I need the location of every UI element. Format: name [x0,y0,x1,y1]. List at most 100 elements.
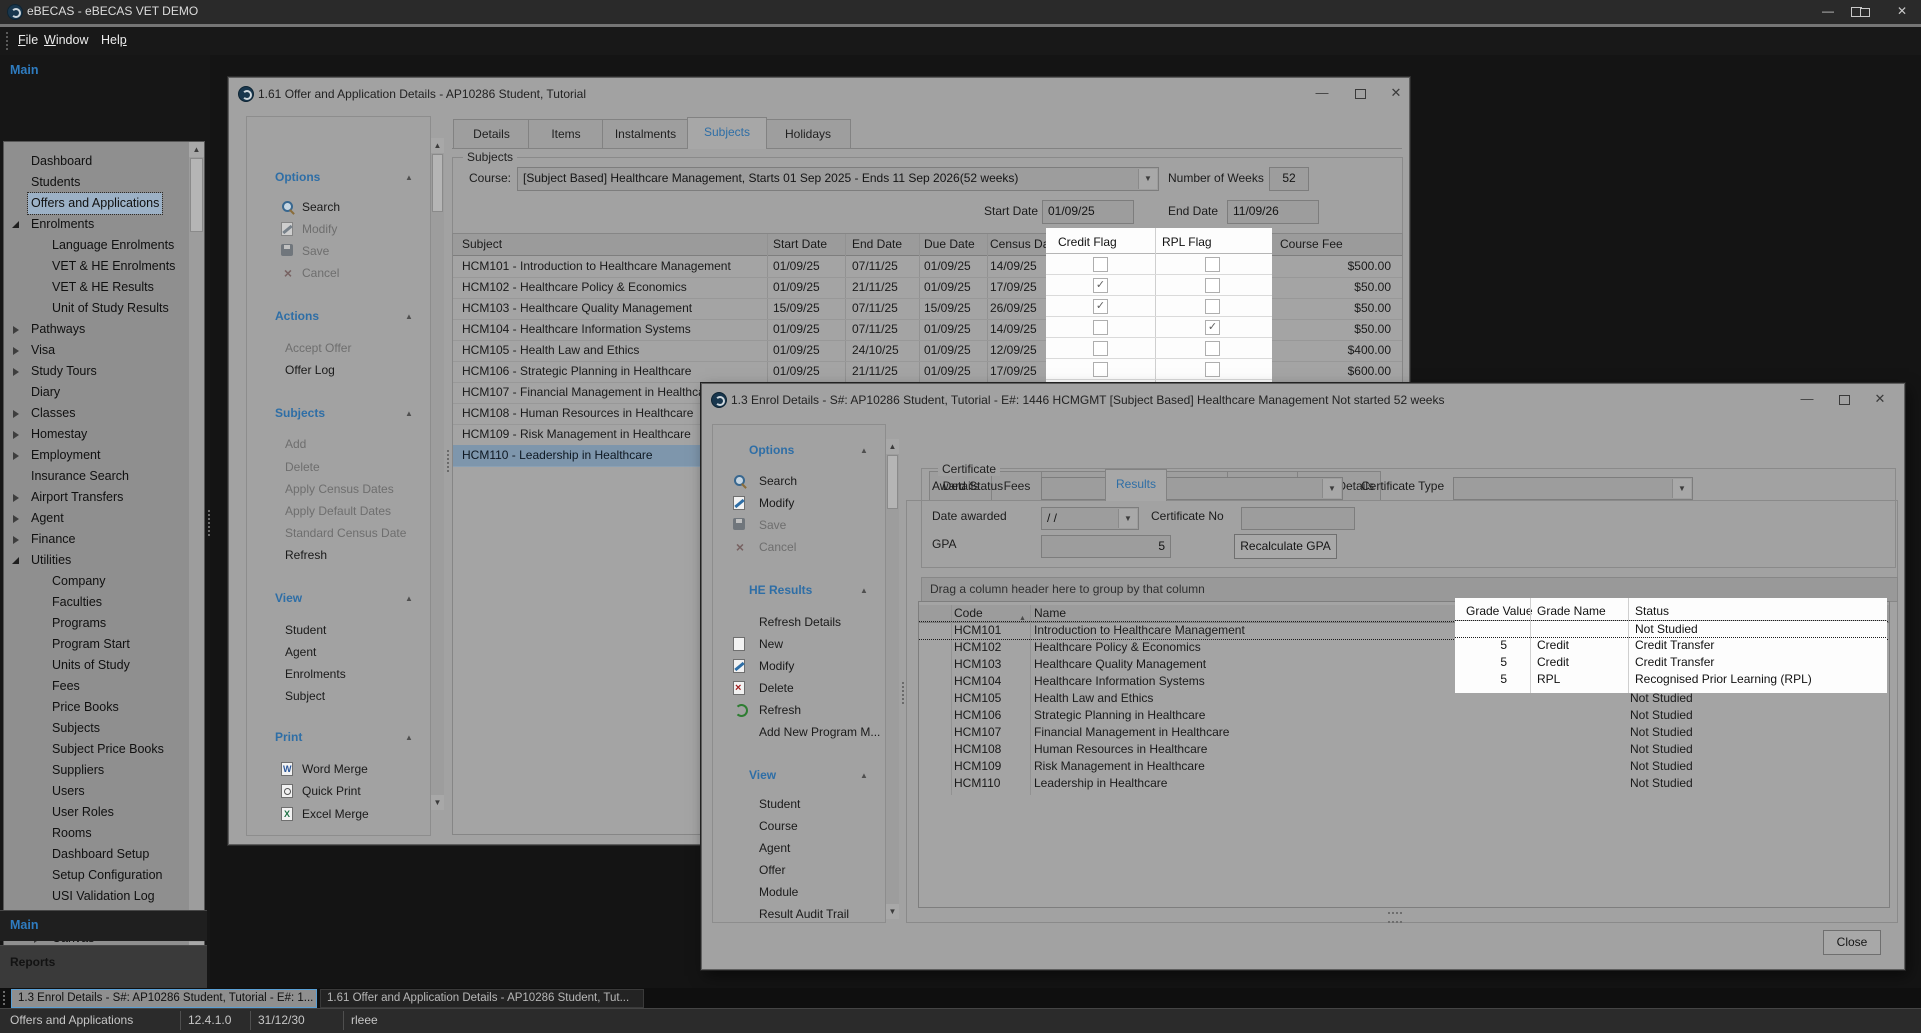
tab-details[interactable]: Details [453,119,530,149]
menu-file[interactable]: File [18,33,38,47]
sidebar-item-study-tours[interactable]: Study Tours [4,361,186,382]
app-restore-button[interactable] [1848,4,1874,20]
chevron-down-icon[interactable]: ▼ [1672,479,1691,498]
app-close-button[interactable]: ✕ [1889,4,1915,20]
sidebar-item-subjects[interactable]: Subjects [4,718,186,739]
sidebar-item-utilities[interactable]: Utilities [4,550,186,571]
chevron-down-icon[interactable]: ▼ [1118,509,1137,528]
menu-window[interactable]: Window [44,33,88,47]
sidebar-item-offers-and-applications[interactable]: Offers and Applications [4,193,186,214]
credit-flag-checkbox[interactable] [1093,320,1108,335]
result-row[interactable]: HCM110 Leadership in Healthcare Not Stud… [919,775,1889,792]
scrollbar-thumb[interactable] [887,455,898,509]
certificate-no-field[interactable] [1241,507,1355,530]
resize-grip[interactable] [1388,912,1402,923]
credit-flag-checkbox[interactable] [1093,257,1108,272]
tab-items[interactable]: Items [528,119,604,149]
result-row[interactable]: HCM109 Risk Management in Healthcare Not… [919,758,1889,775]
collapse-icon[interactable]: ▲ [860,586,868,595]
sidebar-item-insurance-search[interactable]: Insurance Search [4,466,186,487]
he-results-section-header[interactable]: HE Results [749,583,812,597]
app-minimize-button[interactable]: — [1815,4,1841,20]
tree-scrollbar[interactable]: ▲ ▼ [189,142,204,957]
collapse-icon[interactable]: ▲ [405,173,413,182]
date-awarded-field[interactable]: / /▼ [1041,507,1139,530]
tab-instalments[interactable]: Instalments [602,119,689,149]
result-row[interactable]: HCM106 Strategic Planning in Healthcare … [919,707,1889,724]
rpl-flag-checkbox[interactable] [1205,362,1220,377]
weeks-field[interactable]: 52 [1269,167,1309,191]
sidebar-item-homestay[interactable]: Homestay [4,424,186,445]
offer-maximize-button[interactable] [1345,84,1375,102]
grade-row[interactable]: 5 Credit Credit Transfer [1455,654,1886,671]
rpl-flag-checkbox[interactable] [1205,341,1220,356]
sidebar-item-diary[interactable]: Diary [4,382,186,403]
sidebar-item-fees[interactable]: Fees [4,676,186,697]
sidebar-item-vet-he-enrolments[interactable]: VET & HE Enrolments [4,256,186,277]
tree-scrollbar-thumb[interactable] [190,158,203,232]
sidebar-item-agent[interactable]: Agent [4,508,186,529]
sidebar-item-dashboard-setup[interactable]: Dashboard Setup [4,844,186,865]
collapse-icon[interactable]: ▲ [860,771,868,780]
sidebar-item-user-roles[interactable]: User Roles [4,802,186,823]
award-status-dropdown[interactable]: ▼ [1041,477,1343,500]
sidebar-item-classes[interactable]: Classes [4,403,186,424]
enrol-panel-scrollbar[interactable]: ▲ ▼ [886,439,899,919]
sidebar-item-company[interactable]: Company [4,571,186,592]
sidebar-item-usi-validation-log[interactable]: USI Validation Log [4,886,186,907]
print-section-header[interactable]: Print [275,730,302,744]
options-section-header[interactable]: Options [749,443,794,457]
col-header-code[interactable]: Code [954,605,983,622]
sidebar-splitter[interactable] [208,510,213,536]
subjects-section-header[interactable]: Subjects [275,406,325,420]
sidebar-item-pathways[interactable]: Pathways [4,319,186,340]
nav-group-reports[interactable]: Reports [0,945,207,989]
collapse-icon[interactable]: ▲ [405,733,413,742]
sidebar-item-airport-transfers[interactable]: Airport Transfers [4,487,186,508]
credit-flag-checkbox[interactable]: ✓ [1093,278,1108,293]
collapse-icon[interactable]: ▲ [405,409,413,418]
offer-minimize-button[interactable]: — [1307,84,1337,102]
col-header-subject[interactable]: Subject [462,234,502,255]
sidebar-item-finance[interactable]: Finance [4,529,186,550]
sidebar-item-employment[interactable]: Employment [4,445,186,466]
sidebar-item-price-books[interactable]: Price Books [4,697,186,718]
scroll-up-icon[interactable]: ▲ [189,142,204,157]
col-header-due-date[interactable]: Due Date [924,234,975,255]
menu-help[interactable]: Help [101,33,127,47]
chevron-down-icon[interactable]: ▼ [1138,169,1157,189]
col-header-grade-name[interactable]: Grade Name [1537,603,1606,620]
col-header-course-fee[interactable]: Course Fee [1280,234,1343,255]
course-dropdown[interactable]: [Subject Based] Healthcare Management, S… [517,167,1159,191]
offer-close-button[interactable]: ✕ [1381,84,1411,102]
taskbar-button-enrol-details[interactable]: 1.3 Enrol Details - S#: AP10286 Student,… [11,989,317,1008]
sidebar-item-subject-price-books[interactable]: Subject Price Books [4,739,186,760]
sidebar-item-suppliers[interactable]: Suppliers [4,760,186,781]
sidebar-item-students[interactable]: Students [4,172,186,193]
sidebar-item-users[interactable]: Users [4,781,186,802]
grade-row[interactable]: 5 RPL Recognised Prior Learning (RPL) [1455,671,1886,688]
credit-flag-checkbox[interactable]: ✓ [1093,299,1108,314]
rpl-flag-checkbox[interactable] [1205,278,1220,293]
nav-group-main[interactable]: Main [0,910,207,941]
collapse-icon[interactable]: ▲ [860,446,868,455]
sidebar-item-units-of-study[interactable]: Units of Study [4,655,186,676]
tab-results[interactable]: Results [1105,469,1167,501]
close-button[interactable]: Close [1823,930,1881,955]
sidebar-item-visa[interactable]: Visa [4,340,186,361]
result-row[interactable]: HCM107 Financial Management in Healthcar… [919,724,1889,741]
scrollbar-thumb[interactable] [432,154,443,212]
sidebar-item-setup-configuration[interactable]: Setup Configuration [4,865,186,886]
sidebar-item-vet-he-results[interactable]: VET & HE Results [4,277,186,298]
menubar-grip[interactable] [6,32,13,50]
sidebar-item-faculties[interactable]: Faculties [4,592,186,613]
enrol-close-x-button[interactable]: ✕ [1865,390,1895,408]
view-section-header[interactable]: View [749,768,776,782]
rpl-flag-checkbox[interactable] [1205,257,1220,272]
gpa-field[interactable]: 5 [1041,535,1171,558]
chevron-down-icon[interactable]: ▼ [1322,479,1341,498]
col-header-end-date[interactable]: End Date [852,234,902,255]
col-header-status[interactable]: Status [1635,603,1669,620]
col-header-credit-flag[interactable]: Credit Flag [1058,232,1117,253]
certificate-type-dropdown[interactable]: ▼ [1453,477,1693,500]
